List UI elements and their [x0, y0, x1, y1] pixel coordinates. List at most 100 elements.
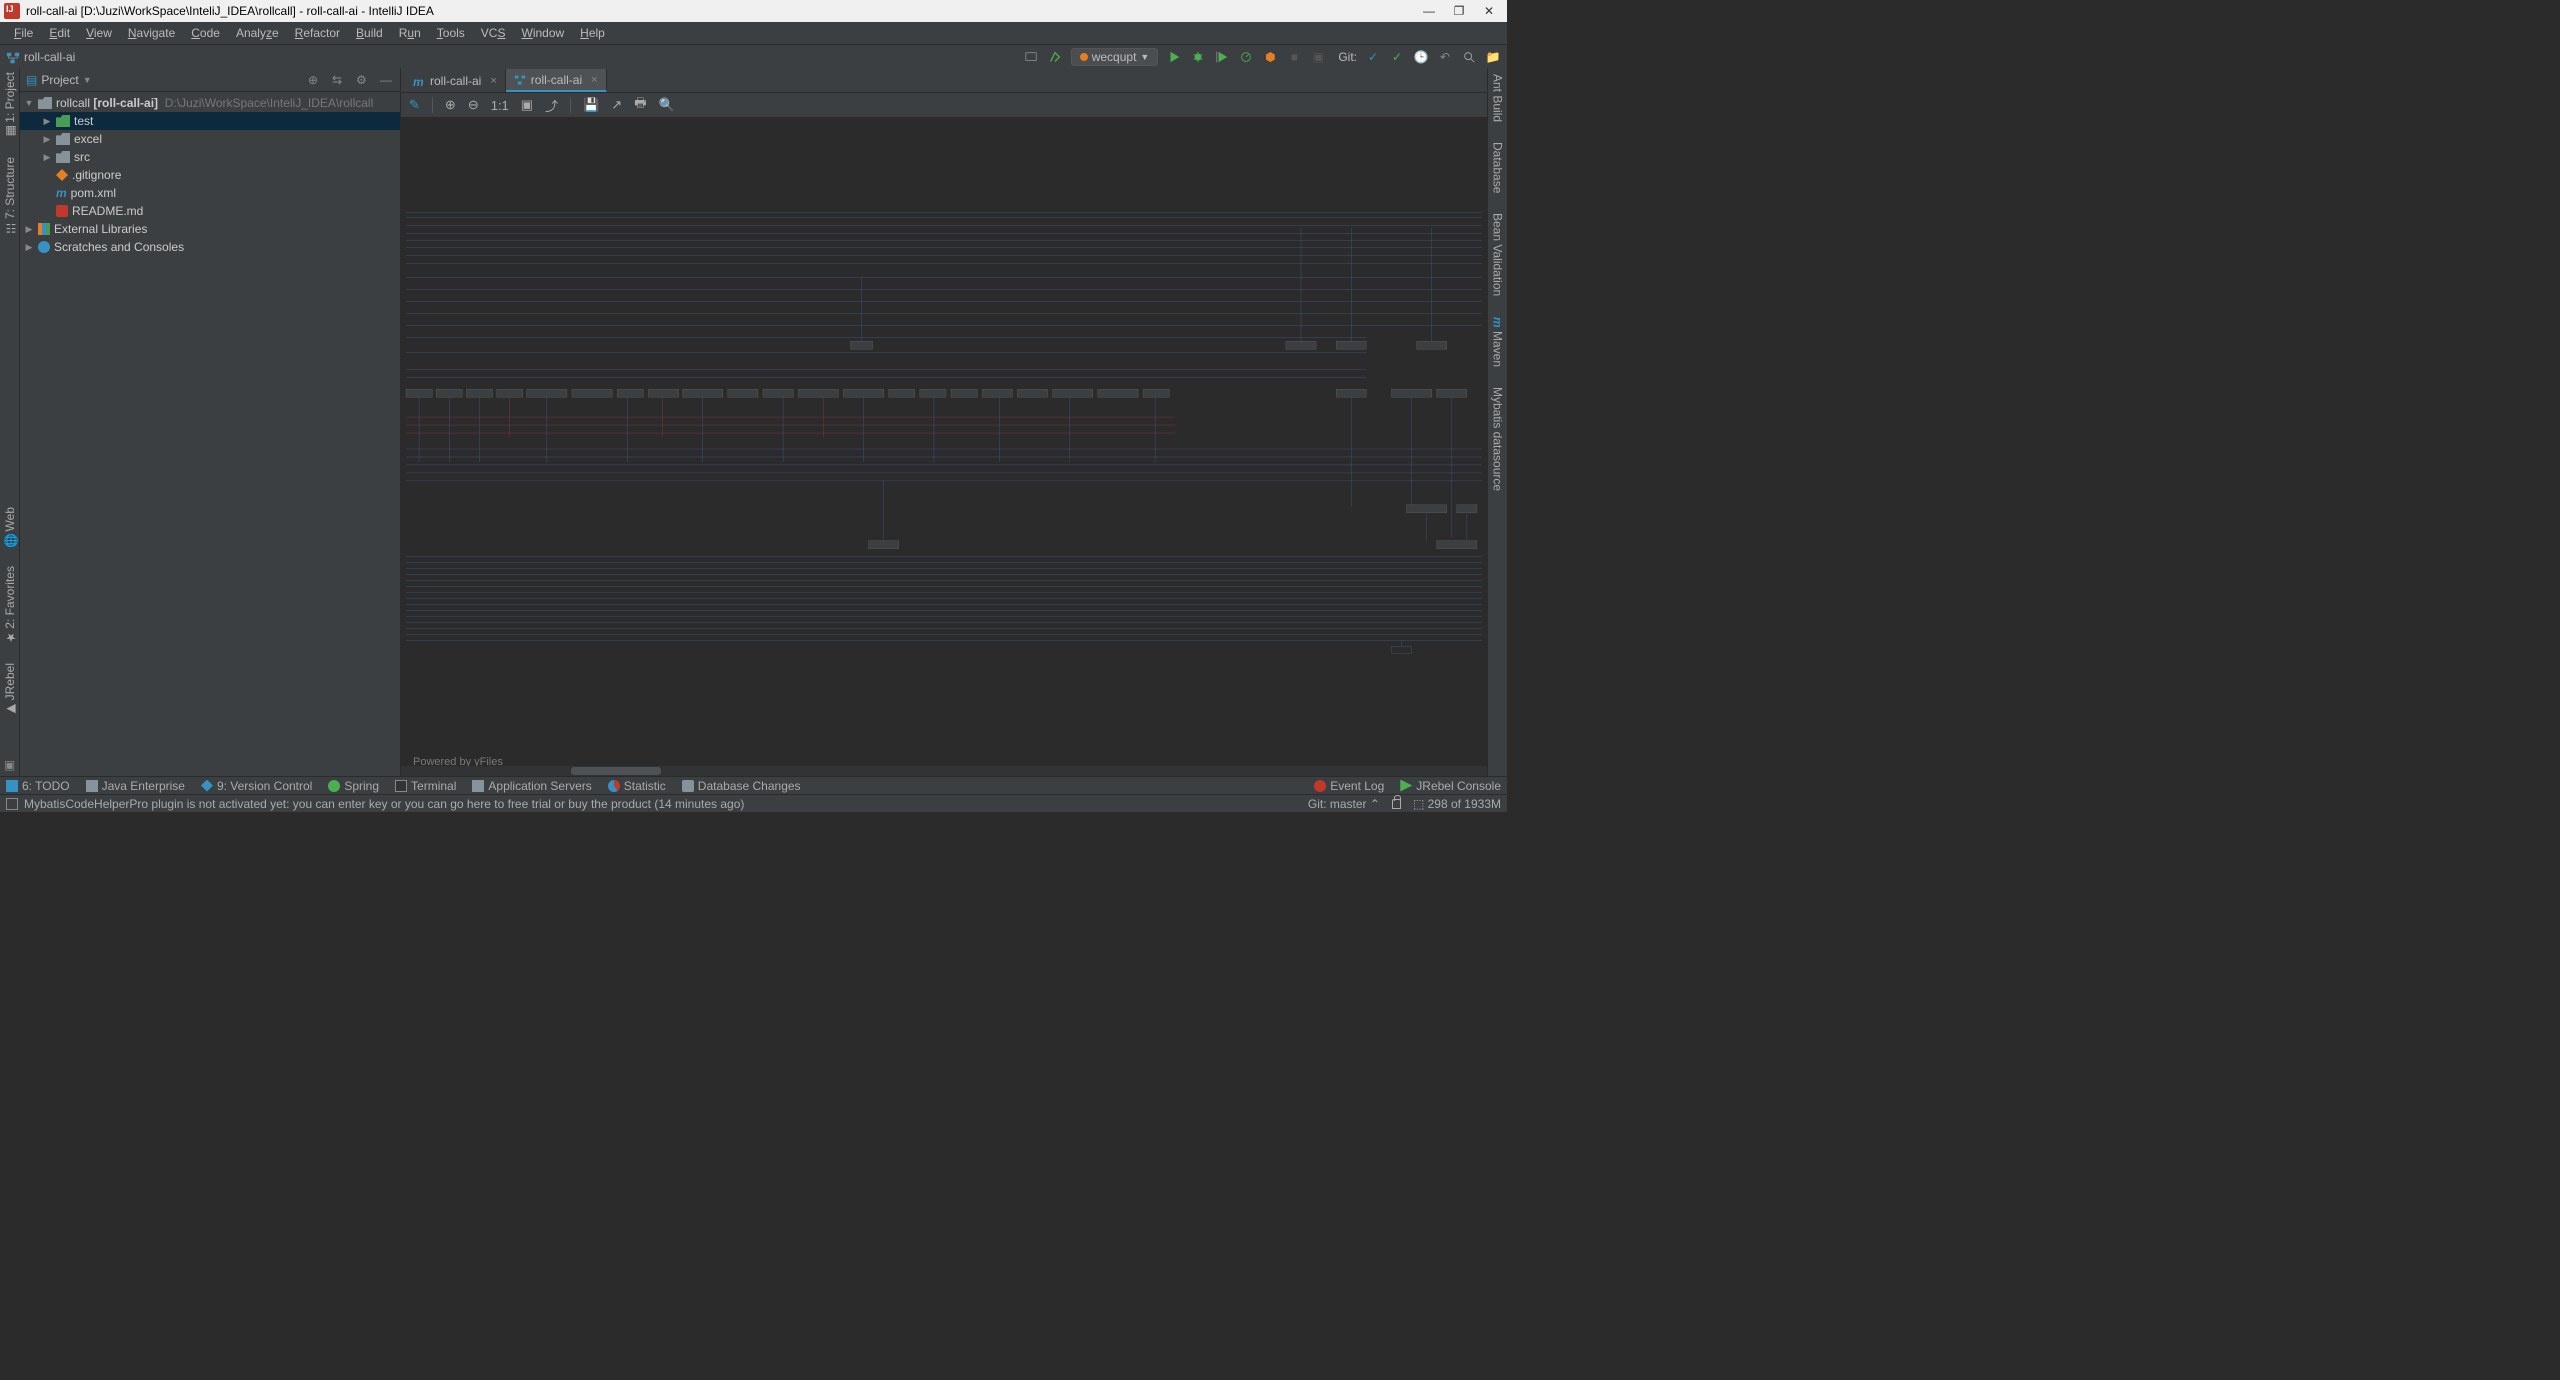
- zoom-actual-icon[interactable]: 1:1: [491, 98, 509, 113]
- menu-run[interactable]: Run: [391, 24, 429, 42]
- collapse-icon[interactable]: ⇆: [332, 73, 346, 87]
- tree-item-pom[interactable]: m pom.xml: [20, 184, 400, 202]
- project-view-label[interactable]: Project: [41, 73, 78, 87]
- tool-window-jrebel[interactable]: ▶JRebel: [3, 663, 17, 716]
- maven-file-icon: m: [413, 75, 425, 87]
- git-branch-indicator[interactable]: Git: master ⌃: [1308, 797, 1380, 811]
- preview-icon[interactable]: 🔍: [658, 97, 674, 113]
- zoom-out-icon[interactable]: ⊖: [468, 97, 479, 113]
- expand-arrow-icon[interactable]: ▶: [24, 242, 34, 253]
- select-device-icon[interactable]: [1023, 49, 1039, 65]
- tab-pom[interactable]: m roll-call-ai ×: [405, 69, 506, 92]
- menu-view[interactable]: View: [78, 24, 120, 42]
- tool-window-project[interactable]: ▦1: Project: [3, 72, 17, 139]
- attach-button[interactable]: ⬢: [1262, 49, 1278, 65]
- expand-arrow-icon[interactable]: ▶: [42, 116, 52, 127]
- fit-content-icon[interactable]: ▣: [521, 97, 533, 113]
- tool-window-app-servers[interactable]: Application Servers: [472, 779, 591, 793]
- memory-indicator[interactable]: ⬚ 298 of 1933M: [1413, 797, 1501, 811]
- horizontal-scrollbar[interactable]: [401, 766, 1487, 776]
- tree-root[interactable]: ▼ rollcall [roll-call-ai] D:\Juzi\WorkSp…: [20, 94, 400, 112]
- menu-code[interactable]: Code: [183, 24, 228, 42]
- tool-window-todo[interactable]: 6: TODO: [6, 779, 70, 793]
- locate-icon[interactable]: ⊕: [308, 73, 322, 87]
- menu-vcs[interactable]: VCS: [473, 24, 514, 42]
- tool-window-spring[interactable]: Spring: [328, 779, 379, 793]
- build-icon[interactable]: [1047, 49, 1063, 65]
- tool-window-database[interactable]: Database: [1491, 142, 1505, 193]
- tool-window-statistic[interactable]: Statistic: [608, 779, 666, 793]
- coverage-button[interactable]: [1214, 49, 1230, 65]
- zoom-in-icon[interactable]: ⊕: [445, 97, 456, 113]
- tree-item-src[interactable]: ▶ src: [20, 148, 400, 166]
- tool-window-java-enterprise[interactable]: Java Enterprise: [86, 779, 185, 793]
- tool-window-jrebel-console[interactable]: JRebel Console: [1400, 779, 1501, 793]
- tree-item-gitignore[interactable]: .gitignore: [20, 166, 400, 184]
- print-icon[interactable]: 🖶: [634, 94, 646, 116]
- tool-window-favorites[interactable]: ★2: Favorites: [3, 566, 17, 645]
- filter-icon[interactable]: ✎: [409, 97, 420, 113]
- stop-button[interactable]: ■: [1286, 49, 1302, 65]
- git-revert-icon[interactable]: ↶: [1437, 49, 1453, 65]
- expand-arrow-icon[interactable]: ▶: [24, 224, 34, 235]
- tool-window-web[interactable]: 🌐Web: [3, 507, 17, 547]
- config-icon: [1080, 53, 1088, 61]
- tree-item-readme[interactable]: README.md: [20, 202, 400, 220]
- project-tree[interactable]: ▼ rollcall [roll-call-ai] D:\Juzi\WorkSp…: [20, 92, 400, 776]
- tab-diagram[interactable]: roll-call-ai ×: [506, 69, 607, 92]
- menu-edit[interactable]: Edit: [41, 24, 78, 42]
- menu-refactor[interactable]: Refactor: [287, 24, 348, 42]
- menu-build[interactable]: Build: [348, 24, 391, 42]
- tool-window-toggle-icon[interactable]: ▣: [4, 758, 15, 772]
- tool-window-terminal[interactable]: Terminal: [395, 779, 456, 793]
- git-update-icon[interactable]: ✓: [1365, 49, 1381, 65]
- status-toggle-icon[interactable]: [6, 798, 18, 810]
- maximize-button[interactable]: ❐: [1453, 5, 1465, 17]
- gear-icon[interactable]: ⚙: [356, 73, 370, 87]
- close-tab-icon[interactable]: ×: [490, 75, 496, 87]
- jrebel-icon[interactable]: ▣: [1310, 49, 1326, 65]
- tree-external-libraries[interactable]: ▶ External Libraries: [20, 220, 400, 238]
- menu-analyze[interactable]: Analyze: [228, 24, 287, 42]
- save-diagram-icon[interactable]: 💾: [583, 97, 599, 113]
- expand-arrow-icon[interactable]: ▶: [42, 134, 52, 145]
- git-history-icon[interactable]: 🕒: [1413, 49, 1429, 65]
- menu-navigate[interactable]: Navigate: [120, 24, 183, 42]
- tree-scratches[interactable]: ▶ Scratches and Consoles: [20, 238, 400, 256]
- hide-icon[interactable]: —: [380, 73, 394, 87]
- debug-button[interactable]: [1190, 49, 1206, 65]
- search-icon[interactable]: [1461, 49, 1477, 65]
- run-config-selector[interactable]: wecqupt ▼: [1071, 48, 1159, 66]
- tool-window-ant[interactable]: Ant Build: [1491, 74, 1505, 122]
- menu-file[interactable]: File: [6, 24, 41, 42]
- status-message[interactable]: MybatisCodeHelperPro plugin is not activ…: [24, 797, 744, 811]
- tool-window-version-control[interactable]: 9: Version Control: [201, 779, 312, 793]
- menu-tools[interactable]: Tools: [429, 24, 473, 42]
- tree-item-excel[interactable]: ▶ excel: [20, 130, 400, 148]
- export-icon[interactable]: ↗: [611, 97, 622, 113]
- lock-icon[interactable]: [1392, 799, 1401, 809]
- run-button[interactable]: [1166, 49, 1182, 65]
- breadcrumb[interactable]: roll-call-ai: [6, 50, 75, 64]
- tool-window-bean-validation[interactable]: Bean Validation: [1491, 213, 1505, 296]
- close-button[interactable]: ✕: [1483, 5, 1495, 17]
- menu-window[interactable]: Window: [513, 24, 572, 42]
- menu-help[interactable]: Help: [572, 24, 613, 42]
- diagram-canvas[interactable]: Powered by yFiles: [401, 118, 1487, 776]
- tool-window-mybatis[interactable]: Mybatis datasource: [1491, 387, 1505, 491]
- open-file-icon[interactable]: 📁: [1485, 49, 1501, 65]
- expand-arrow-icon[interactable]: ▼: [24, 98, 34, 108]
- tool-window-maven[interactable]: mMaven: [1491, 317, 1505, 368]
- tool-window-structure[interactable]: ☷7: Structure: [3, 157, 17, 235]
- git-commit-icon[interactable]: ✓: [1389, 49, 1405, 65]
- scrollbar-thumb[interactable]: [571, 767, 661, 775]
- profile-button[interactable]: [1238, 49, 1254, 65]
- tool-window-event-log[interactable]: Event Log: [1314, 779, 1384, 793]
- chevron-down-icon[interactable]: ▼: [83, 75, 92, 85]
- tool-window-db-changes[interactable]: Database Changes: [682, 779, 801, 793]
- layout-icon[interactable]: ⤴: [545, 96, 558, 115]
- close-tab-icon[interactable]: ×: [591, 74, 597, 86]
- expand-arrow-icon[interactable]: ▶: [42, 152, 52, 163]
- minimize-button[interactable]: —: [1423, 5, 1435, 17]
- tree-item-test[interactable]: ▶ test: [20, 112, 400, 130]
